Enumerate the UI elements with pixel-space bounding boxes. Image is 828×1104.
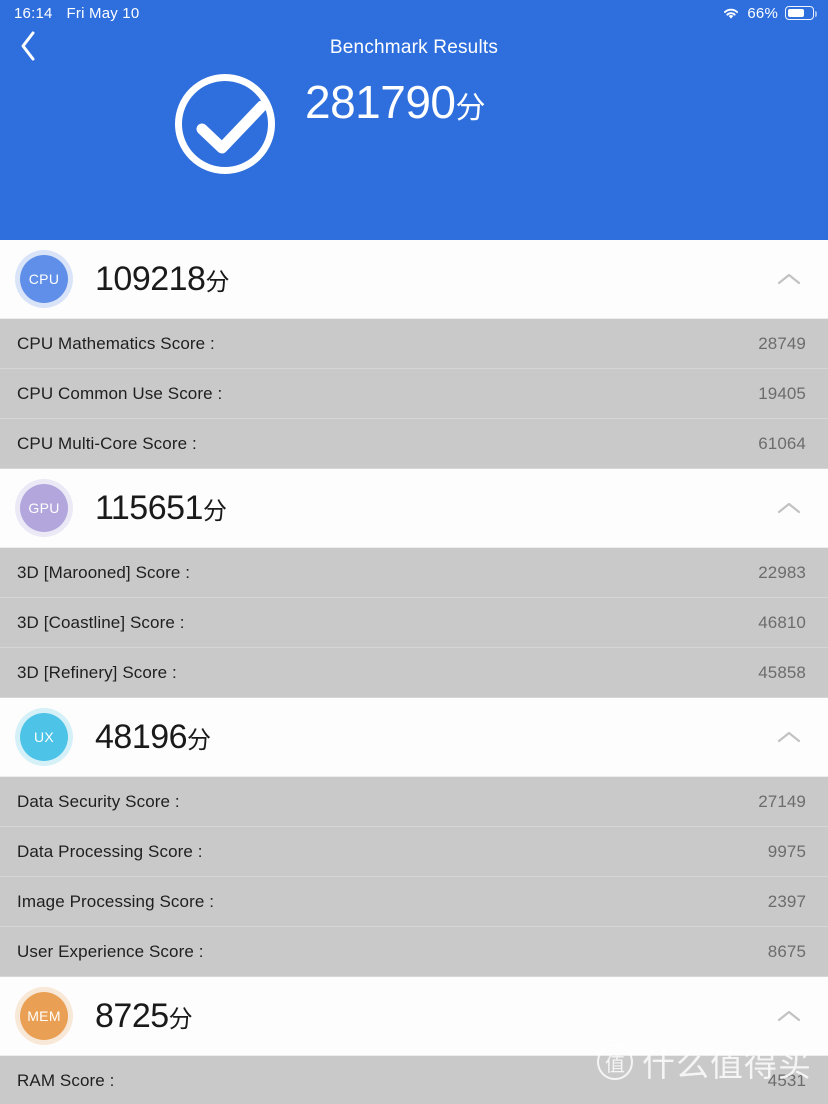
total-score-unit: 分 [455,92,486,125]
table-row: Image Processing Score : 2397 [0,877,828,927]
results-hero: 16:14 Fri May 10 66% Benchmark Results 2… [0,0,828,240]
battery-percent: 66% [747,4,778,22]
row-value: 8675 [767,941,806,961]
battery-icon [785,6,818,20]
chevron-up-icon[interactable] [772,999,806,1033]
row-label: CPU Common Use Score : [17,383,223,403]
table-row: User Experience Score : 8675 [0,927,828,977]
table-row: CPU Common Use Score : 19405 [0,369,828,419]
rows-ux: Data Security Score : 27149 Data Process… [0,777,828,977]
section-score-ux: 48196分 [95,718,211,757]
section-score-unit: 分 [187,726,211,754]
status-time: 16:14 [14,4,53,22]
row-value: 22983 [758,562,806,582]
row-value: 9975 [767,841,806,861]
section-score-unit: 分 [205,268,229,296]
rows-cpu: CPU Mathematics Score : 28749 CPU Common… [0,319,828,469]
section-ux: UX 48196分 Data Security Score : 27149 Da… [0,698,828,977]
row-label: Image Processing Score : [17,891,215,911]
status-bar-left: 16:14 Fri May 10 [14,5,139,22]
section-score-mem: 8725分 [95,996,193,1036]
table-row: Data Processing Score : 9975 [0,827,828,877]
row-value: 61064 [758,433,806,453]
row-value: 45858 [758,662,806,682]
table-row: 3D [Refinery] Score : 45858 [0,648,828,698]
table-row: CPU Mathematics Score : 28749 [0,319,828,369]
table-row: CPU Multi-Core Score : 61064 [0,419,828,469]
table-row: RAM Score : 4531 [0,1056,828,1104]
row-value: 28749 [758,333,806,353]
page-title: Benchmark Results [329,37,499,58]
rows-gpu: 3D [Marooned] Score : 22983 3D [Coastlin… [0,548,828,698]
section-score-unit: 分 [202,497,227,525]
section-mem: MEM 8725分 RAM Score : 4531 [0,977,828,1104]
row-label: Data Security Score : [17,791,180,811]
section-header-ux[interactable]: UX 48196分 [0,698,828,777]
row-value: 46810 [758,612,806,632]
section-score-value: 48196 [95,717,188,756]
row-label: RAM Score : [17,1070,115,1090]
status-date: Fri May 10 [66,4,140,22]
row-value: 19405 [758,383,806,403]
row-label: 3D [Refinery] Score : [17,662,177,682]
section-score-cpu: 109218分 [95,260,229,299]
back-button[interactable] [0,26,56,70]
row-value: 4531 [767,1070,806,1090]
section-score-unit: 分 [168,1005,193,1033]
total-score: 281790分 [305,75,485,129]
gpu-badge-icon: GPU [20,484,68,532]
app-screen: 16:14 Fri May 10 66% Benchmark Results 2… [0,0,828,1104]
table-row: Data Security Score : 27149 [0,777,828,827]
row-label: CPU Multi-Core Score : [17,433,197,453]
check-circle-icon [175,74,275,174]
nav-bar: Benchmark Results [0,26,828,70]
section-score-value: 109218 [95,259,206,298]
section-header-mem[interactable]: MEM 8725分 [0,977,828,1056]
status-bar: 16:14 Fri May 10 66% [0,0,828,26]
chevron-up-icon[interactable] [772,491,806,525]
rows-mem: RAM Score : 4531 [0,1056,828,1104]
mem-badge-icon: MEM [20,992,68,1040]
section-score-gpu: 115651分 [95,488,227,528]
chevron-left-icon [18,30,38,67]
table-row: 3D [Coastline] Score : 46810 [0,598,828,648]
total-score-value: 281790 [305,76,456,128]
section-cpu: CPU 109218分 CPU Mathematics Score : 2874… [0,240,828,469]
hero-body: 281790分 [0,74,828,174]
section-score-value: 8725 [95,996,169,1035]
chevron-up-icon[interactable] [772,262,806,296]
ux-badge-icon: UX [20,713,68,761]
chevron-up-icon[interactable] [772,720,806,754]
row-label: User Experience Score : [17,941,204,961]
status-bar-right: 66% [722,4,818,22]
cpu-badge-icon: CPU [20,255,68,303]
section-header-cpu[interactable]: CPU 109218分 [0,240,828,319]
table-row: 3D [Marooned] Score : 22983 [0,548,828,598]
wifi-icon [722,7,740,20]
row-label: 3D [Coastline] Score : [17,612,185,632]
section-header-gpu[interactable]: GPU 115651分 [0,469,828,548]
row-value: 2397 [767,891,806,911]
row-label: Data Processing Score : [17,841,203,861]
row-label: CPU Mathematics Score : [17,333,215,353]
row-label: 3D [Marooned] Score : [17,562,191,582]
row-value: 27149 [758,791,806,811]
section-score-value: 115651 [95,488,203,527]
results-sections: CPU 109218分 CPU Mathematics Score : 2874… [0,240,828,1104]
section-gpu: GPU 115651分 3D [Marooned] Score : 22983 … [0,469,828,698]
